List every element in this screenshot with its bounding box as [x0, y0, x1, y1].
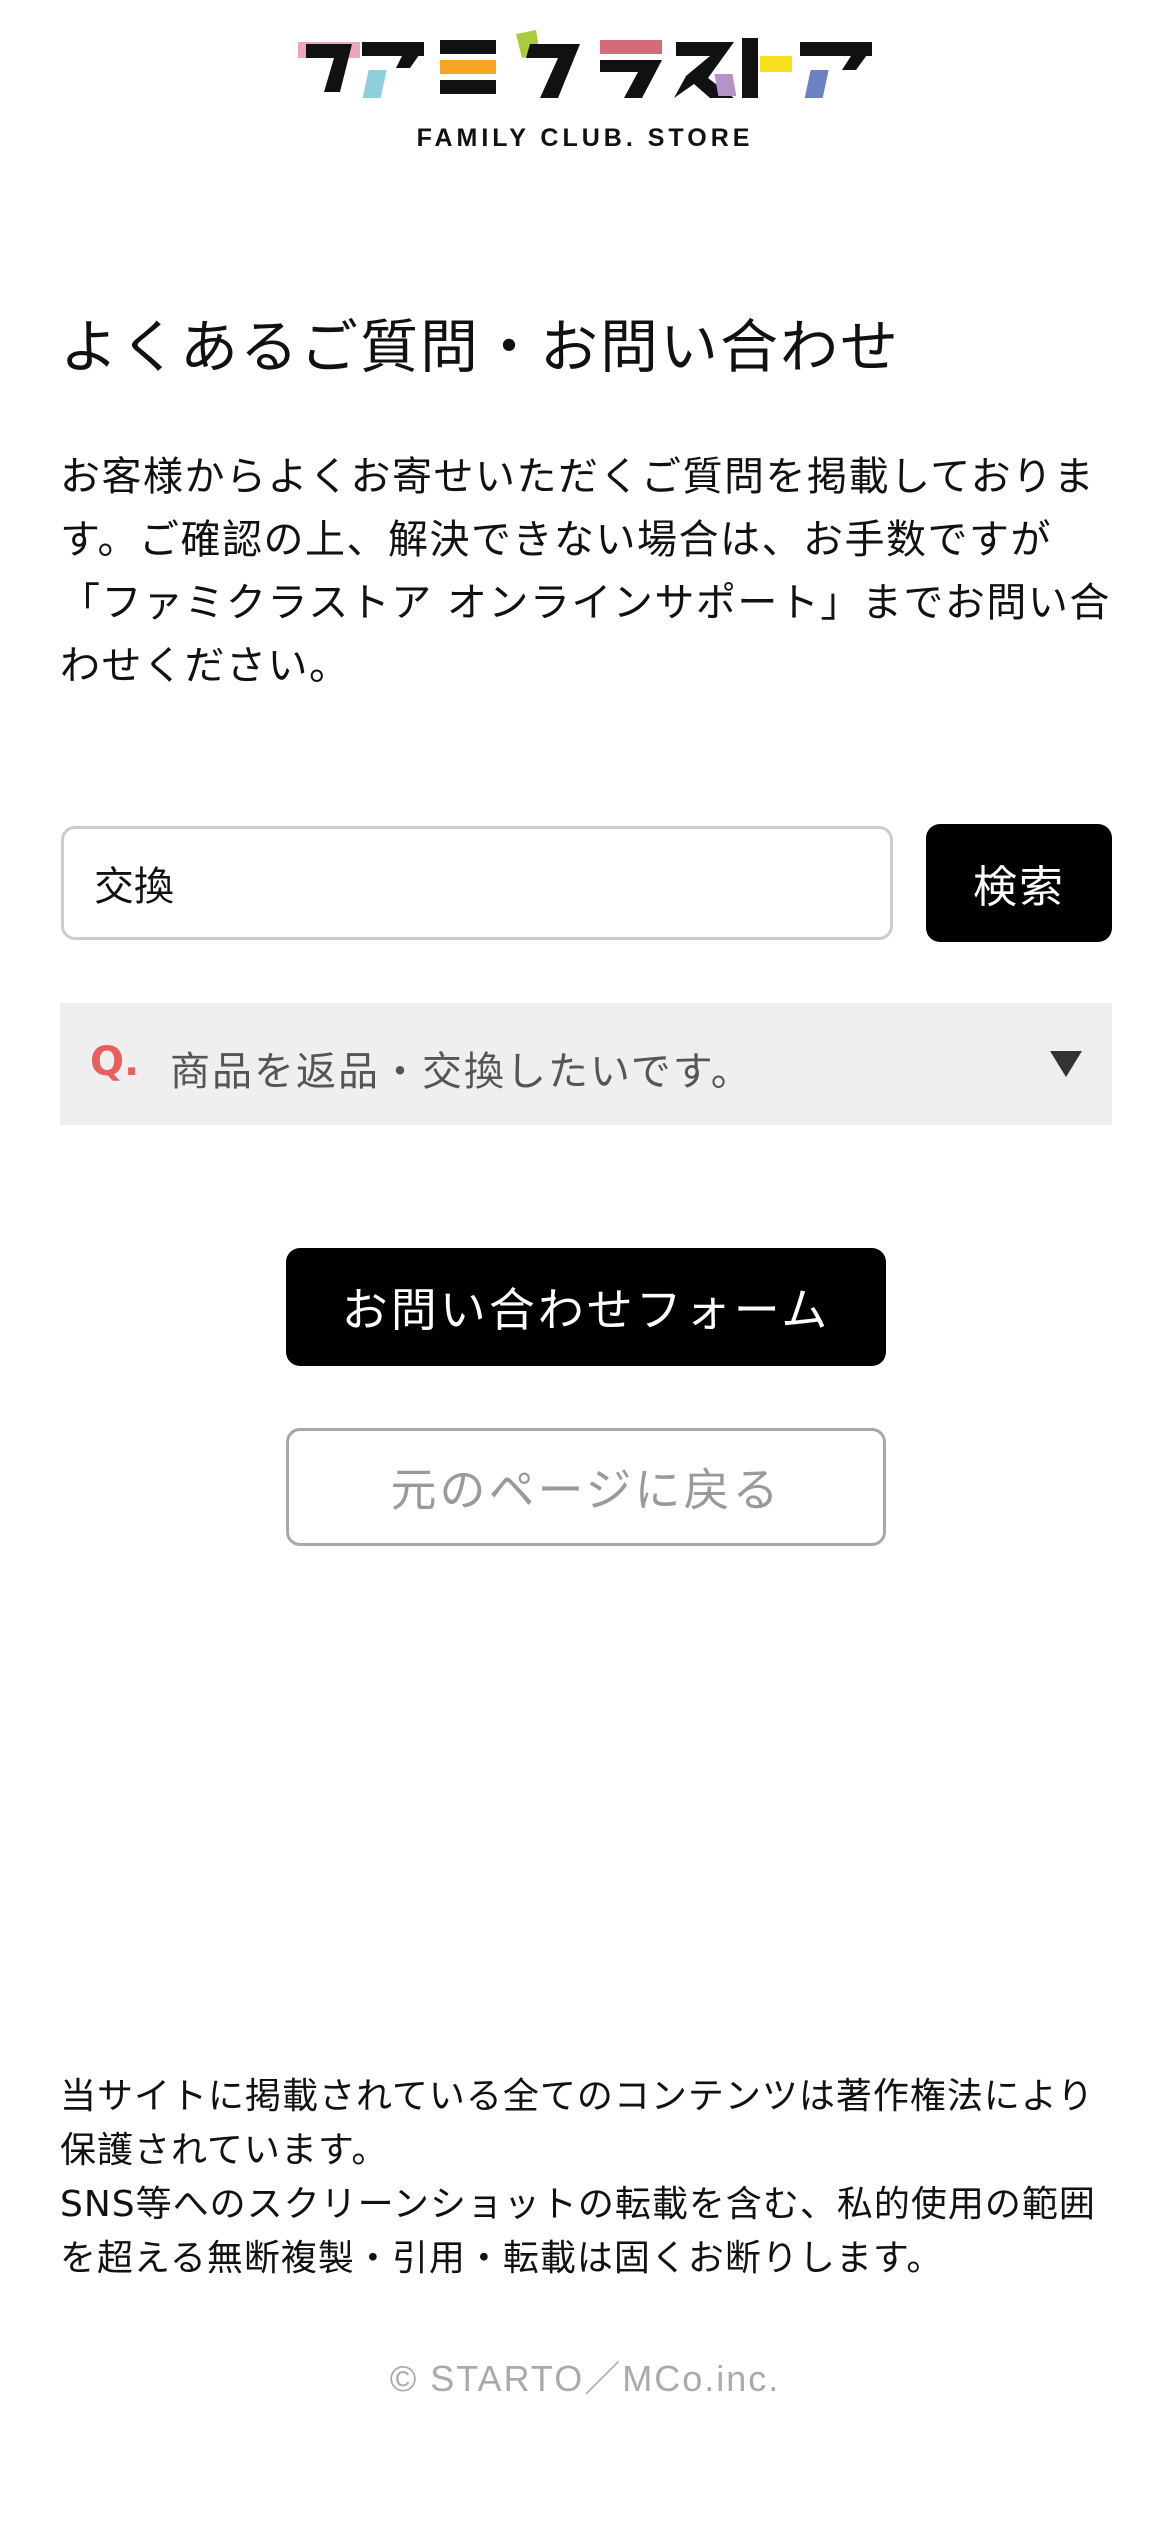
logo-subtitle: FAMILY CLUB. STORE [416, 124, 754, 152]
site-logo[interactable]: FAMILY CLUB. STORE [290, 26, 880, 156]
page-title: よくあるご質問・お問い合わせ [60, 313, 901, 381]
logo-graphic [298, 30, 872, 98]
copyright: © STARTO／MCo.inc. [389, 2358, 781, 2399]
search-input[interactable] [61, 826, 893, 940]
contact-form-button[interactable]: お問い合わせフォーム [286, 1248, 886, 1366]
intro-text: お客様からよくお寄せいただくご質問を掲載しております。ご確認の上、解決できない場… [60, 454, 1111, 689]
faq-item[interactable]: Q. 商品を返品・交換したいです。 [60, 1003, 1112, 1125]
copyright-notice: 当サイトに掲載されている全てのコンテンツは著作権法により保護されています。 SN… [60, 2070, 1130, 2286]
caret-down-icon [1050, 1051, 1082, 1081]
faq-question: 商品を返品・交換したいです。 [170, 1049, 753, 1095]
notice-line-1: 当サイトに掲載されている全てのコンテンツは著作権法により保護されています。 [60, 2076, 1095, 2171]
back-button[interactable]: 元のページに戻る [286, 1428, 886, 1546]
search-button[interactable]: 検索 [926, 824, 1112, 942]
faq-q-marker: Q. [90, 1039, 140, 1085]
notice-line-2: SNS等へのスクリーンショットの転載を含む、私的使用の範囲を超える無断複製・引用… [60, 2184, 1096, 2279]
